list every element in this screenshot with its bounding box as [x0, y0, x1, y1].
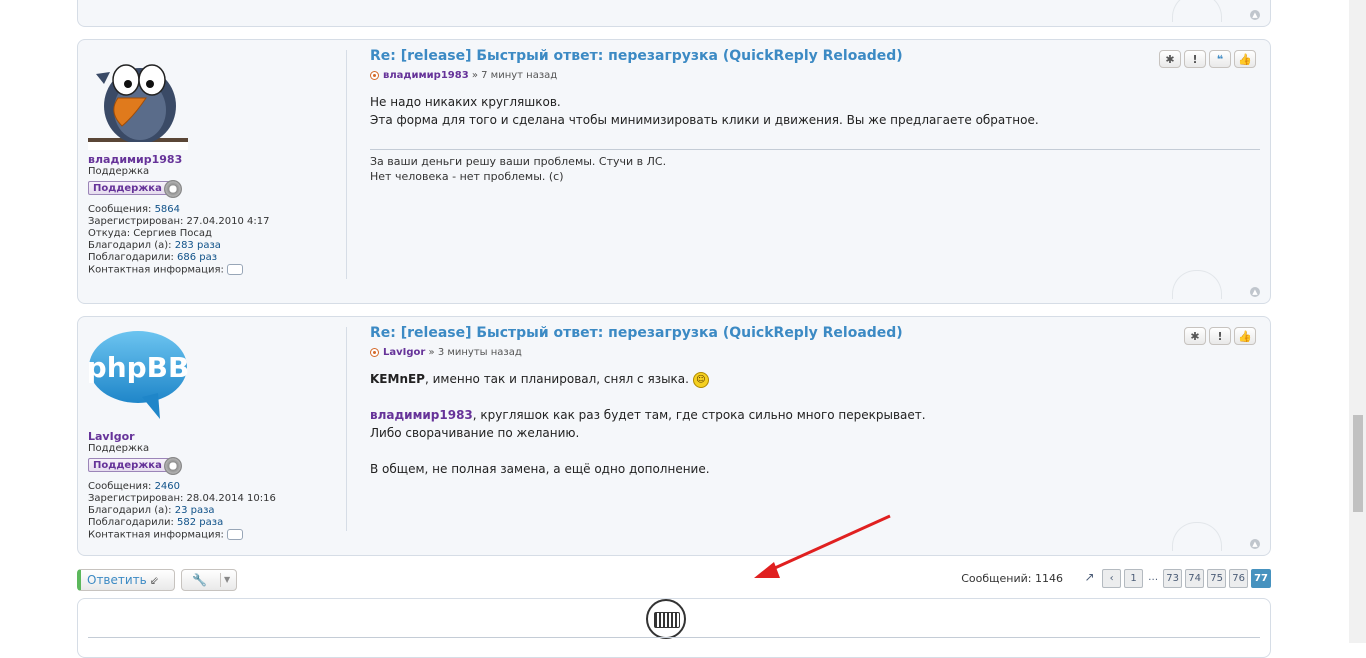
post-icon[interactable]: [370, 70, 379, 80]
report-icon[interactable]: ✱: [1159, 50, 1181, 68]
ghost-watermark: [1172, 522, 1222, 551]
ghost-watermark: [1172, 270, 1222, 299]
post-icon[interactable]: [370, 347, 379, 357]
profile-row-thanks-received: Поблагодарили: 686 раз: [88, 252, 218, 263]
post-content: KEMnEP, именно так и планировал, снял с …: [370, 370, 1260, 478]
rank-badge: Поддержка: [88, 457, 186, 475]
post-body: Re: [release] Быстрый ответ: перезагрузк…: [370, 325, 1260, 478]
mention-kemnep: KEMnEP: [370, 372, 425, 386]
profile-row-joined: Зарегистрирован: 27.04.2010 4:17: [88, 216, 270, 227]
thanked-link[interactable]: 23 раза: [175, 505, 215, 516]
profile-row-contact: Контактная информация:: [88, 264, 269, 277]
wrench-icon: 🔧: [192, 573, 207, 587]
post-author: LavIgor » 3 минуты назад: [370, 347, 1260, 358]
chevron-left-icon[interactable]: ‹: [1102, 569, 1122, 588]
back-to-top-icon[interactable]: ▲: [1250, 10, 1260, 20]
page-link[interactable]: 1: [1124, 569, 1144, 588]
tools-dropdown[interactable]: 🔧 ▼: [181, 569, 237, 591]
page-ellipsis: …: [1148, 572, 1159, 583]
post-content: Не надо никаких кругляшков. Эта форма дл…: [370, 95, 1039, 127]
ghost-watermark: [1172, 0, 1222, 22]
signature: За ваши деньги решу ваши проблемы. Стучи…: [370, 149, 1260, 184]
external-link-icon[interactable]: ↗: [1080, 569, 1099, 588]
author-link[interactable]: LavIgor: [383, 347, 425, 358]
post-profile: владимир1983 Поддержка Поддержка Сообщен…: [88, 50, 347, 279]
reply-arrow-icon: ⇙: [149, 574, 159, 587]
divider: [88, 637, 1260, 638]
contact-icon[interactable]: [226, 529, 243, 540]
profile-row-thanked: Благодарил (а): 283 раза: [88, 240, 221, 251]
phpbb-logo-text: phpBB: [88, 351, 188, 384]
page-current: 77: [1251, 569, 1271, 588]
profile-row-joined: Зарегистрирован: 28.04.2014 10:16: [88, 493, 276, 504]
rank-title: Поддержка: [88, 443, 150, 454]
profile-row-thanked: Благодарил (а): 23 раза: [88, 505, 215, 516]
rank-badge-label: Поддержка: [88, 181, 170, 195]
posts-count-link[interactable]: 2460: [155, 481, 180, 492]
thanked-link[interactable]: 283 раза: [175, 240, 221, 251]
page-link[interactable]: 74: [1185, 569, 1205, 588]
rank-title: Поддержка: [88, 166, 150, 177]
smile-icon: ☺: [692, 371, 709, 388]
like-icon[interactable]: 👍: [1234, 50, 1256, 68]
post-time: 3 минуты назад: [437, 347, 522, 358]
profile-row-location: Откуда: Сергиев Посад: [88, 228, 212, 239]
post-title[interactable]: Re: [release] Быстрый ответ: перезагрузк…: [370, 48, 1260, 64]
profile-row-contact: Контактная информация:: [88, 529, 276, 542]
report-icon[interactable]: ✱: [1184, 327, 1206, 345]
content-line: владимир1983, кругляшок как раз будет та…: [370, 408, 926, 422]
profile-row-posts: Сообщения: 5864: [88, 204, 181, 215]
rank-badge-label: Поддержка: [88, 458, 170, 472]
thanks-received-link[interactable]: 582 раза: [177, 517, 223, 528]
thanks-received-link[interactable]: 686 раз: [177, 252, 217, 263]
author-link[interactable]: владимир1983: [383, 70, 469, 81]
profile-row-thanks-received: Поблагодарили: 582 раза: [88, 517, 224, 528]
post-buttons: ✱ ! ❝ 👍: [1159, 50, 1256, 68]
like-icon[interactable]: 👍: [1234, 327, 1256, 345]
bird-avatar: [88, 64, 188, 150]
contact-icon[interactable]: [226, 264, 243, 275]
page-link[interactable]: 75: [1207, 569, 1227, 588]
gear-icon: [164, 180, 182, 198]
post-time: 7 минут назад: [481, 70, 558, 81]
post-buttons: ✱ ! 👍: [1184, 327, 1256, 345]
quick-reply-panel: [77, 598, 1271, 658]
mention-vladimir[interactable]: владимир1983: [370, 408, 473, 422]
post-count: Сообщений: 1146: [961, 572, 1063, 585]
page-link[interactable]: 73: [1163, 569, 1183, 588]
scrollbar[interactable]: [1349, 0, 1366, 643]
rank-badge: Поддержка: [88, 180, 186, 198]
back-to-top-icon[interactable]: ▲: [1250, 287, 1260, 297]
previous-post-bottom: ▲: [77, 0, 1271, 27]
profile-row-posts: Сообщения: 2460: [88, 481, 181, 492]
post-body: Re: [release] Быстрый ответ: перезагрузк…: [370, 48, 1260, 184]
content-line: KEMnEP, именно так и планировал, снял с …: [370, 370, 1260, 388]
warn-icon[interactable]: !: [1209, 327, 1231, 345]
post-title[interactable]: Re: [release] Быстрый ответ: перезагрузк…: [370, 325, 1260, 341]
post-profile: phpBB LavIgor Поддержка Поддержка Сообще…: [88, 327, 347, 541]
pagination: ↗ ‹ 1 … 73 74 75 76 77: [1080, 569, 1271, 588]
reply-button[interactable]: Ответить ⇙: [77, 569, 175, 591]
action-bar: Ответить ⇙ 🔧 ▼ Сообщений: 1146 ↗ ‹ 1 … 73…: [77, 569, 1271, 593]
back-to-top-icon[interactable]: ▲: [1250, 539, 1260, 549]
post-author: владимир1983 » 7 минут назад: [370, 70, 1260, 81]
warn-icon[interactable]: !: [1184, 50, 1206, 68]
gear-icon: [164, 457, 182, 475]
scrollbar-thumb[interactable]: [1353, 415, 1363, 512]
quote-icon[interactable]: ❝: [1209, 50, 1231, 68]
posts-count-link[interactable]: 5864: [155, 204, 180, 215]
phpbb-logo: phpBB: [88, 331, 188, 419]
chevron-down-icon: ▼: [224, 575, 231, 584]
keyboard-icon[interactable]: [646, 599, 686, 639]
page-link[interactable]: 76: [1229, 569, 1249, 588]
username[interactable]: владимир1983: [88, 153, 269, 166]
post: phpBB LavIgor Поддержка Поддержка Сообще…: [77, 316, 1271, 556]
post: владимир1983 Поддержка Поддержка Сообщен…: [77, 39, 1271, 304]
username[interactable]: LavIgor: [88, 430, 276, 443]
